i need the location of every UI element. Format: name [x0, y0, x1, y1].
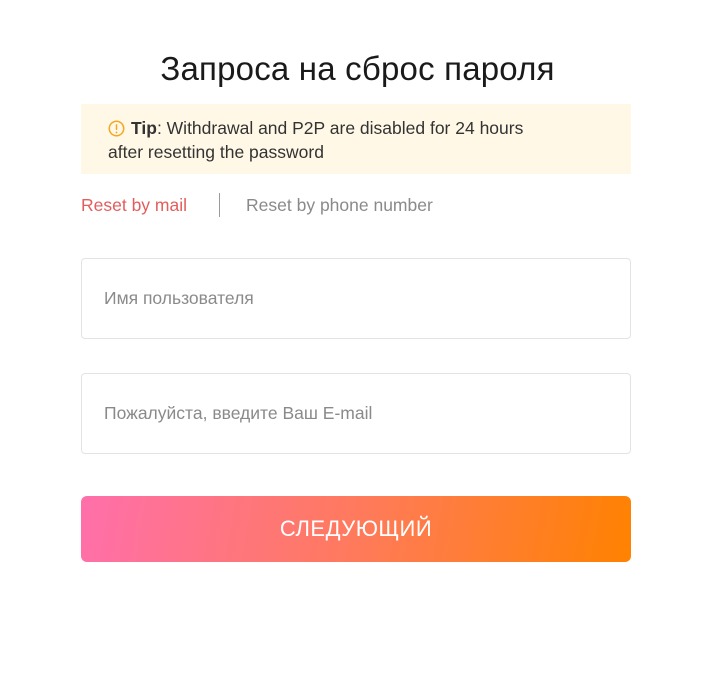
email-field: [81, 373, 631, 454]
page-title: Запроса на сброс пароля: [160, 50, 555, 87]
tip-text-line-2: after resetting the password: [108, 142, 324, 162]
tab-reset-by-phone[interactable]: Reset by phone number: [246, 195, 433, 216]
tab-reset-by-mail[interactable]: Reset by mail: [81, 195, 187, 216]
username-input[interactable]: [82, 259, 630, 338]
next-button[interactable]: СЛЕДУЮЩИЙ: [81, 496, 631, 562]
warning-circle-icon: [108, 120, 125, 136]
tip-text-line-1: : Withdrawal and P2P are disabled for 24…: [156, 118, 524, 138]
email-input[interactable]: [82, 374, 630, 453]
tip-label: Tip: [131, 118, 157, 138]
username-field: [81, 258, 631, 339]
tab-divider: [219, 193, 221, 217]
tip-line-1: Tip: Withdrawal and P2P are disabled for…: [108, 116, 604, 140]
reset-method-tabs: Reset by mail Reset by phone number: [81, 192, 433, 218]
tip-banner: Tip: Withdrawal and P2P are disabled for…: [81, 104, 631, 174]
reset-password-page: Запроса на сброс пароля Tip: Withdrawal …: [0, 0, 715, 679]
